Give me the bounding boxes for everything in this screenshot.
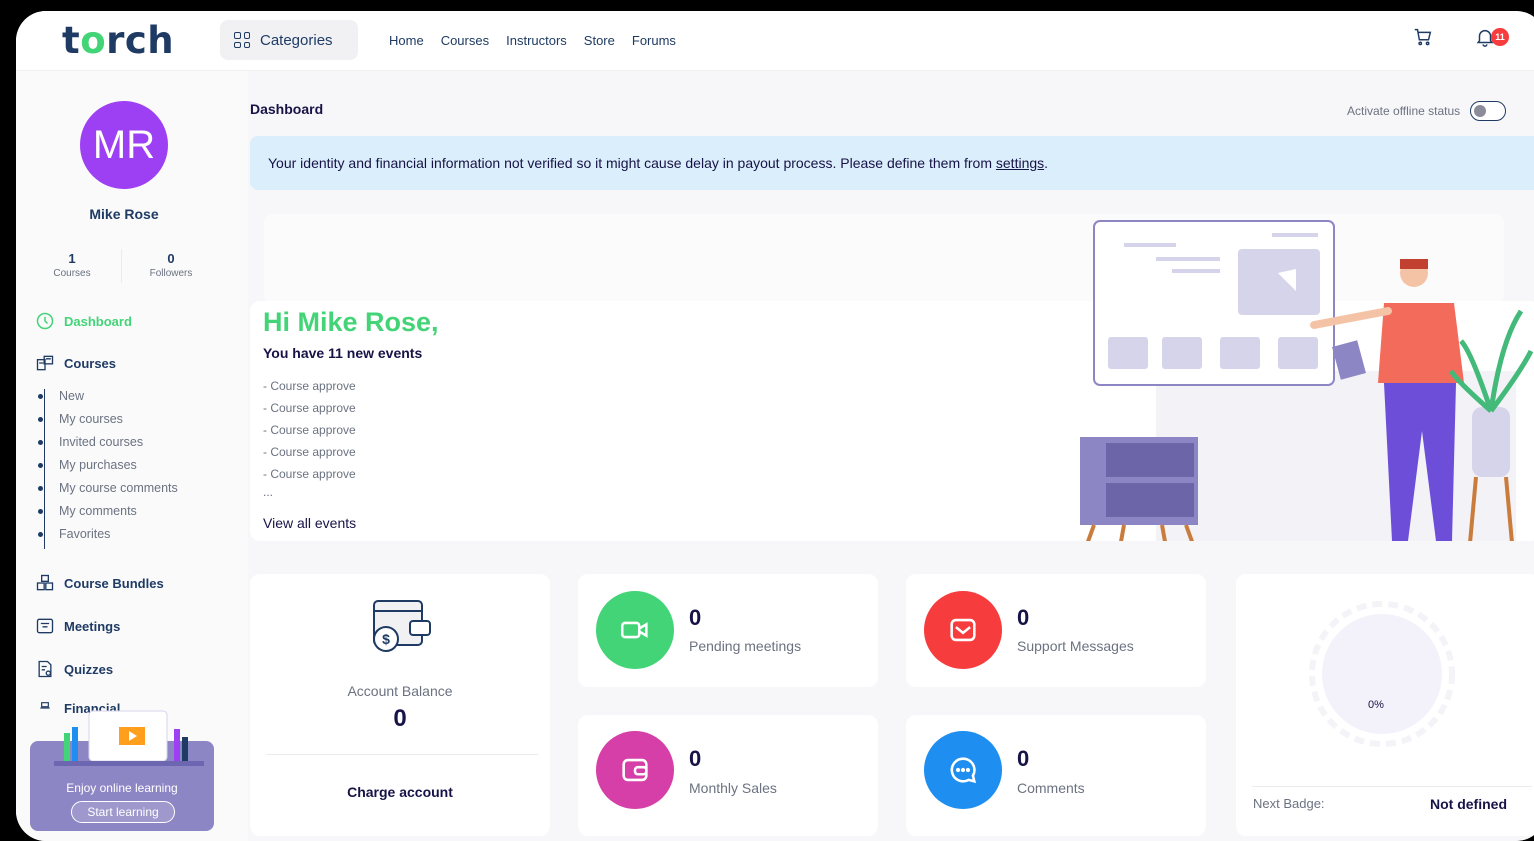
nav-instructors[interactable]: Instructors (506, 33, 567, 48)
divider (1252, 786, 1532, 787)
grid-icon (234, 32, 250, 48)
pending-meetings-label: Pending meetings (689, 638, 802, 654)
sidebar-item-dashboard[interactable]: Dashboard (34, 310, 132, 332)
balance-value: 0 (393, 705, 407, 732)
wallet-money-icon: $ (373, 600, 431, 652)
verification-alert: Your identity and financial information … (250, 136, 1534, 190)
cart-icon[interactable] (1412, 26, 1434, 48)
offline-status: Activate offline status (1347, 101, 1507, 121)
avatar[interactable]: MR (80, 101, 168, 189)
event-item: ... (263, 485, 274, 499)
stat-courses: 1 Courses (53, 251, 91, 279)
nav-home[interactable]: Home (389, 33, 424, 48)
username: Mike Rose (89, 206, 159, 222)
nav-forums[interactable]: Forums (632, 33, 676, 48)
submenu-my-purchases[interactable]: My purchases (38, 458, 137, 472)
submenu-my-comments[interactable]: My comments (38, 504, 137, 518)
hero-illustration (1080, 220, 1534, 541)
bundles-icon (34, 572, 56, 594)
svg-text:$: $ (382, 631, 390, 647)
view-all-events-link[interactable]: View all events (263, 515, 356, 531)
comments-label: Comments (1017, 780, 1085, 796)
submenu-my-courses[interactable]: My courses (38, 412, 123, 426)
courses-icon (34, 352, 56, 374)
settings-link[interactable]: settings (996, 155, 1044, 171)
mail-icon (924, 591, 1002, 669)
event-item: - Course approve (263, 379, 356, 393)
quizzes-icon (34, 658, 56, 680)
monthly-sales-label: Monthly Sales (689, 780, 777, 796)
pending-meetings-value: 0 (689, 605, 702, 630)
promo-illustration (54, 710, 204, 766)
comments-value: 0 (1017, 746, 1030, 771)
meetings-icon (34, 615, 56, 637)
charge-account-button[interactable]: Charge account (250, 784, 550, 800)
support-messages-label: Support Messages (1017, 638, 1134, 654)
financial-icon (34, 697, 56, 719)
offline-toggle[interactable] (1470, 101, 1507, 121)
next-badge-label: Next Badge: (1253, 796, 1325, 811)
submenu-new[interactable]: New (38, 389, 84, 403)
support-messages-value: 0 (1017, 605, 1030, 630)
app-window: torch Categories Home Courses Instructor… (16, 11, 1534, 841)
main-nav: Home Courses Instructors Store Forums (389, 33, 676, 48)
categories-button[interactable]: Categories (220, 20, 358, 60)
event-item: - Course approve (263, 423, 356, 437)
greeting: Hi Mike Rose, (263, 307, 439, 337)
sidebar-item-meetings[interactable]: Meetings (34, 615, 120, 637)
nav-store[interactable]: Store (584, 33, 615, 48)
chat-icon (924, 731, 1002, 809)
video-icon (596, 591, 674, 669)
divider (266, 754, 538, 755)
submenu-my-course-comments[interactable]: My course comments (38, 481, 178, 495)
sidebar-item-course-bundles[interactable]: Course Bundles (34, 572, 164, 594)
wallet-icon (596, 731, 674, 809)
page-title: Dashboard (250, 101, 324, 117)
next-badge-value: Not defined (1430, 796, 1507, 812)
dashboard-icon (34, 310, 56, 332)
event-item: - Course approve (263, 401, 356, 415)
badge-progress: 0% (1368, 699, 1384, 711)
submenu-favorites[interactable]: Favorites (38, 527, 110, 541)
start-learning-button[interactable]: Start learning (71, 801, 175, 823)
sidebar-item-courses[interactable]: Courses (34, 352, 116, 374)
promo-title: Enjoy online learning (66, 781, 178, 795)
event-item: - Course approve (263, 445, 356, 459)
sidebar-item-quizzes[interactable]: Quizzes (34, 658, 113, 680)
notification-badge: 11 (1491, 28, 1509, 46)
events-title: You have 11 new events (263, 345, 423, 361)
balance-label: Account Balance (347, 683, 453, 699)
logo[interactable]: torch (62, 19, 174, 62)
event-item: - Course approve (263, 467, 356, 481)
monthly-sales-value: 0 (689, 746, 702, 771)
nav-courses[interactable]: Courses (441, 33, 489, 48)
badge-progress-ring (1309, 601, 1455, 747)
stat-divider (121, 249, 122, 283)
submenu-invited-courses[interactable]: Invited courses (38, 435, 143, 449)
stat-followers: 0 Followers (149, 251, 193, 279)
